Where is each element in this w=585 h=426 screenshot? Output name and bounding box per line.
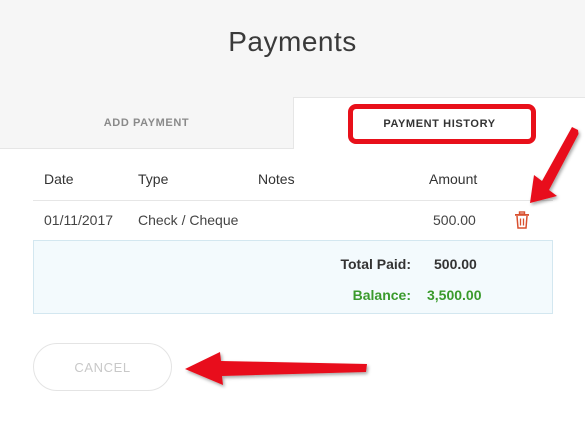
table-row: 01/11/2017 Check / Cheque 500.00: [33, 201, 553, 239]
payment-summary: Total Paid: 500.00 Balance: 3,500.00: [33, 240, 553, 314]
total-paid-value: 500.00: [434, 256, 477, 272]
modal-header: Payments: [0, 0, 585, 97]
balance-label: Balance:: [352, 287, 411, 303]
cell-type: Check / Cheque: [138, 212, 239, 228]
balance-value: 3,500.00: [427, 287, 482, 303]
annotation-arrow-cancel: [185, 352, 367, 385]
cancel-button[interactable]: CANCEL: [33, 343, 172, 391]
column-header-amount: Amount: [429, 171, 478, 187]
page-title: Payments: [228, 26, 357, 57]
column-header-date: Date: [44, 171, 74, 187]
tab-add-payment[interactable]: ADD PAYMENT: [0, 97, 293, 149]
cell-date: 01/11/2017: [44, 212, 114, 228]
cell-amount: 500.00: [433, 212, 476, 228]
table-header: Date Type Notes Amount: [33, 160, 553, 201]
total-paid-label: Total Paid:: [340, 256, 411, 272]
column-header-notes: Notes: [258, 171, 295, 187]
column-header-type: Type: [138, 171, 169, 187]
trash-icon[interactable]: [514, 211, 530, 229]
annotation-highlight-box: [348, 104, 536, 144]
